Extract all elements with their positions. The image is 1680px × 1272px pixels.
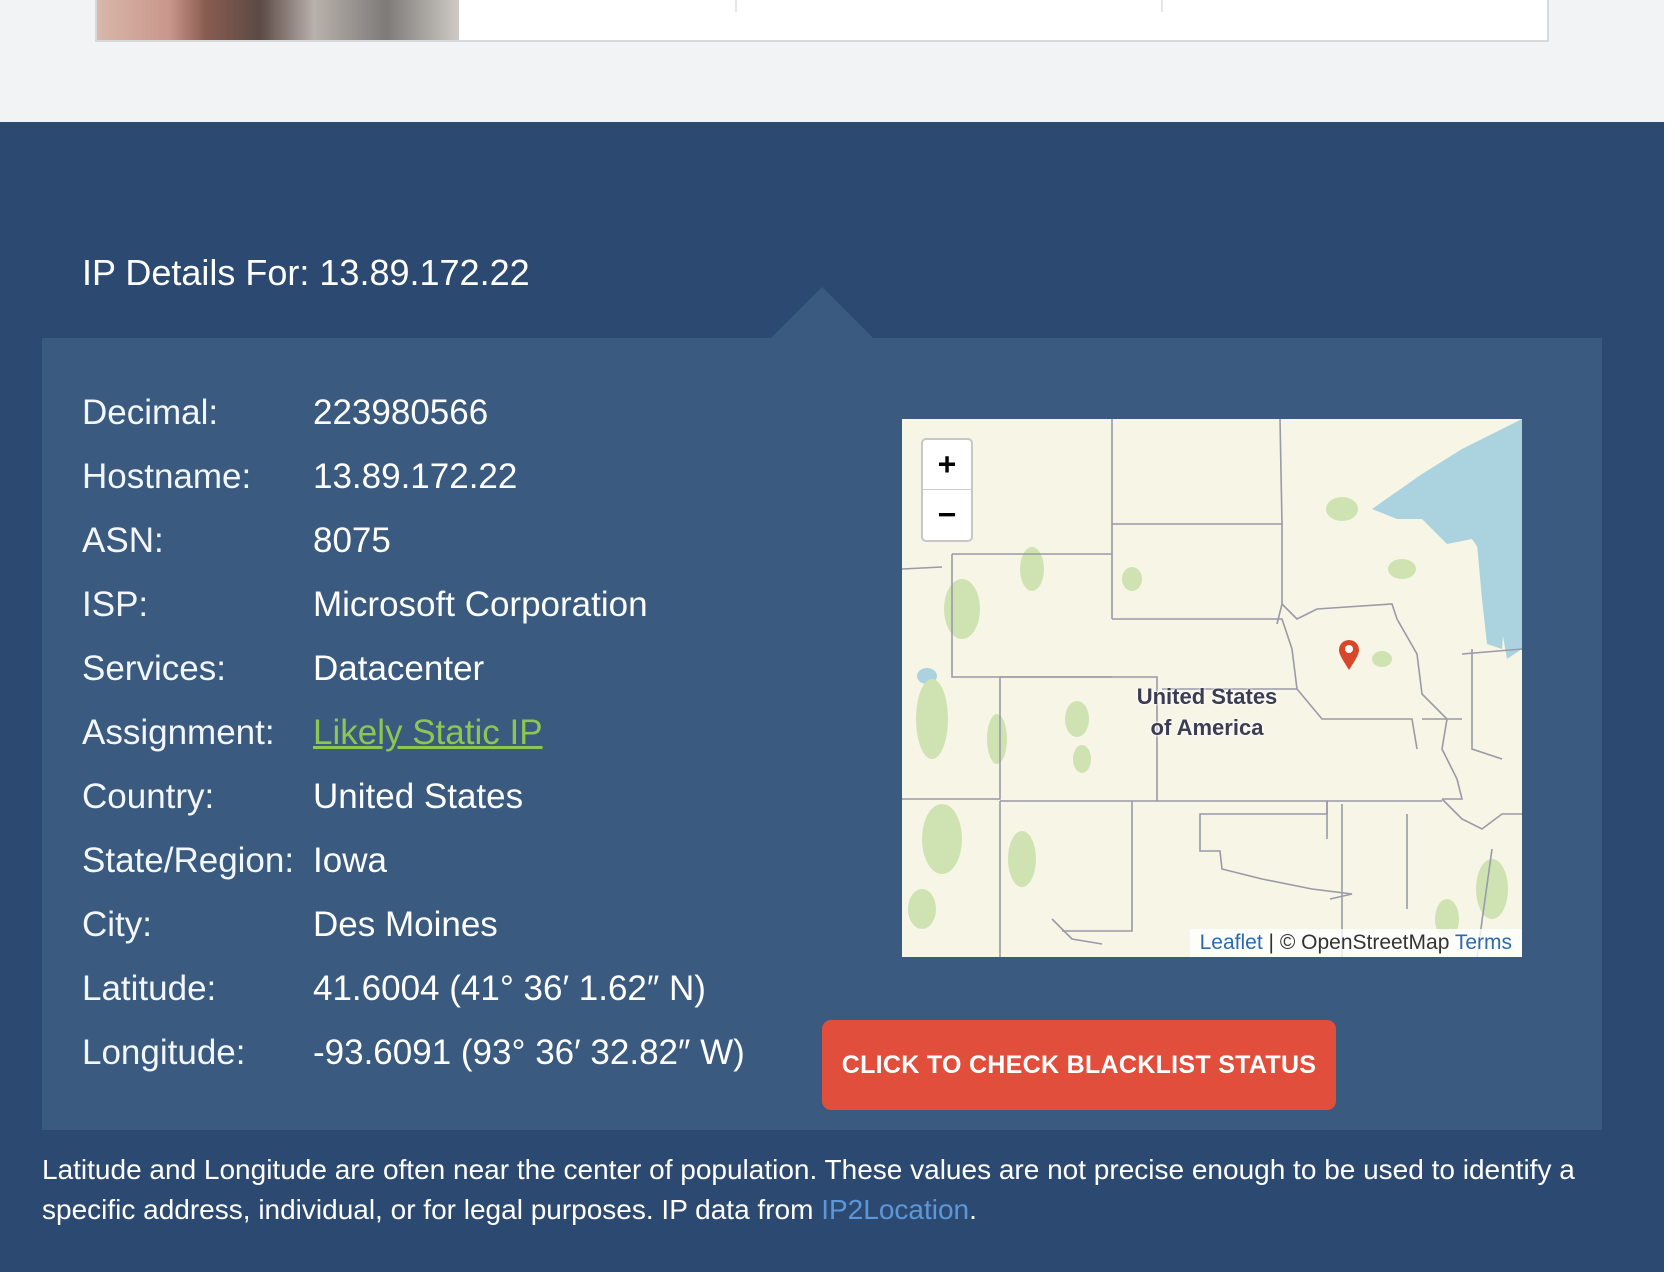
detail-value: Iowa: [313, 841, 387, 880]
detail-value: Datacenter: [313, 649, 485, 688]
detail-value: 223980566: [313, 393, 489, 432]
detail-label: City:: [82, 905, 152, 944]
zoom-out-button[interactable]: −: [923, 490, 971, 540]
detail-label: Country:: [82, 777, 215, 816]
map-attribution: Leaflet | © OpenStreetMap Terms: [1189, 929, 1522, 957]
detail-label: Assignment:: [82, 713, 275, 752]
detail-label: Services:: [82, 649, 226, 688]
detail-label: ISP:: [82, 585, 149, 624]
map-label-line: of America: [1150, 715, 1264, 740]
panel-pointer: [771, 287, 873, 338]
detail-value: Microsoft Corporation: [313, 585, 648, 624]
detail-label: Decimal:: [82, 393, 219, 432]
detail-value: Des Moines: [313, 905, 498, 944]
page-title: IP Details For: 13.89.172.22: [82, 252, 530, 293]
ip-details-panel: Decimal: 223980566 Hostname: 13.89.172.2…: [42, 338, 1602, 1130]
page-edge: [1664, 0, 1680, 1272]
ip-details-section: IP Details For: 13.89.172.22 Decimal: 22…: [0, 122, 1664, 1272]
map-country-label: United States of America: [1107, 681, 1307, 743]
disclaimer-body: Latitude and Longitude are often near th…: [42, 1154, 1575, 1225]
detail-label: Hostname:: [82, 457, 252, 496]
location-map[interactable]: + − United States of America Leaflet | ©…: [902, 419, 1522, 957]
map-label-line: United States: [1136, 684, 1278, 709]
terms-link[interactable]: Terms: [1455, 931, 1512, 954]
osm-attribution: © OpenStreetMap: [1279, 931, 1455, 954]
top-band: [0, 0, 1664, 122]
previous-content-card: [95, 0, 1549, 42]
check-blacklist-button[interactable]: CLICK TO CHECK BLACKLIST STATUS: [822, 1020, 1336, 1110]
leaflet-link[interactable]: Leaflet: [1200, 931, 1263, 954]
zoom-control: + −: [921, 438, 973, 542]
detail-value: -93.6091 (93° 36′ 32.82″ W): [313, 1033, 745, 1072]
detail-value: 41.6004 (41° 36′ 1.62″ N): [313, 969, 706, 1008]
disclaimer-end: .: [969, 1194, 977, 1225]
detail-value: United States: [313, 777, 524, 816]
detail-label: ASN:: [82, 521, 164, 560]
disclaimer-text: Latitude and Longitude are often near th…: [42, 1150, 1622, 1230]
detail-label: Latitude:: [82, 969, 217, 1008]
ip2location-link[interactable]: IP2Location: [821, 1194, 969, 1225]
attribution-separator: |: [1262, 931, 1280, 954]
detail-label: Longitude:: [82, 1033, 246, 1072]
assignment-link[interactable]: Likely Static IP: [313, 713, 543, 753]
detail-value: 13.89.172.22: [313, 457, 518, 496]
card-divider: [735, 0, 737, 12]
detail-value: 8075: [313, 521, 391, 560]
map-pin-icon[interactable]: [1338, 639, 1360, 671]
card-divider: [1161, 0, 1163, 12]
zoom-in-button[interactable]: +: [923, 440, 971, 490]
profile-photo: [97, 0, 459, 40]
detail-label: State/Region:: [82, 841, 295, 880]
